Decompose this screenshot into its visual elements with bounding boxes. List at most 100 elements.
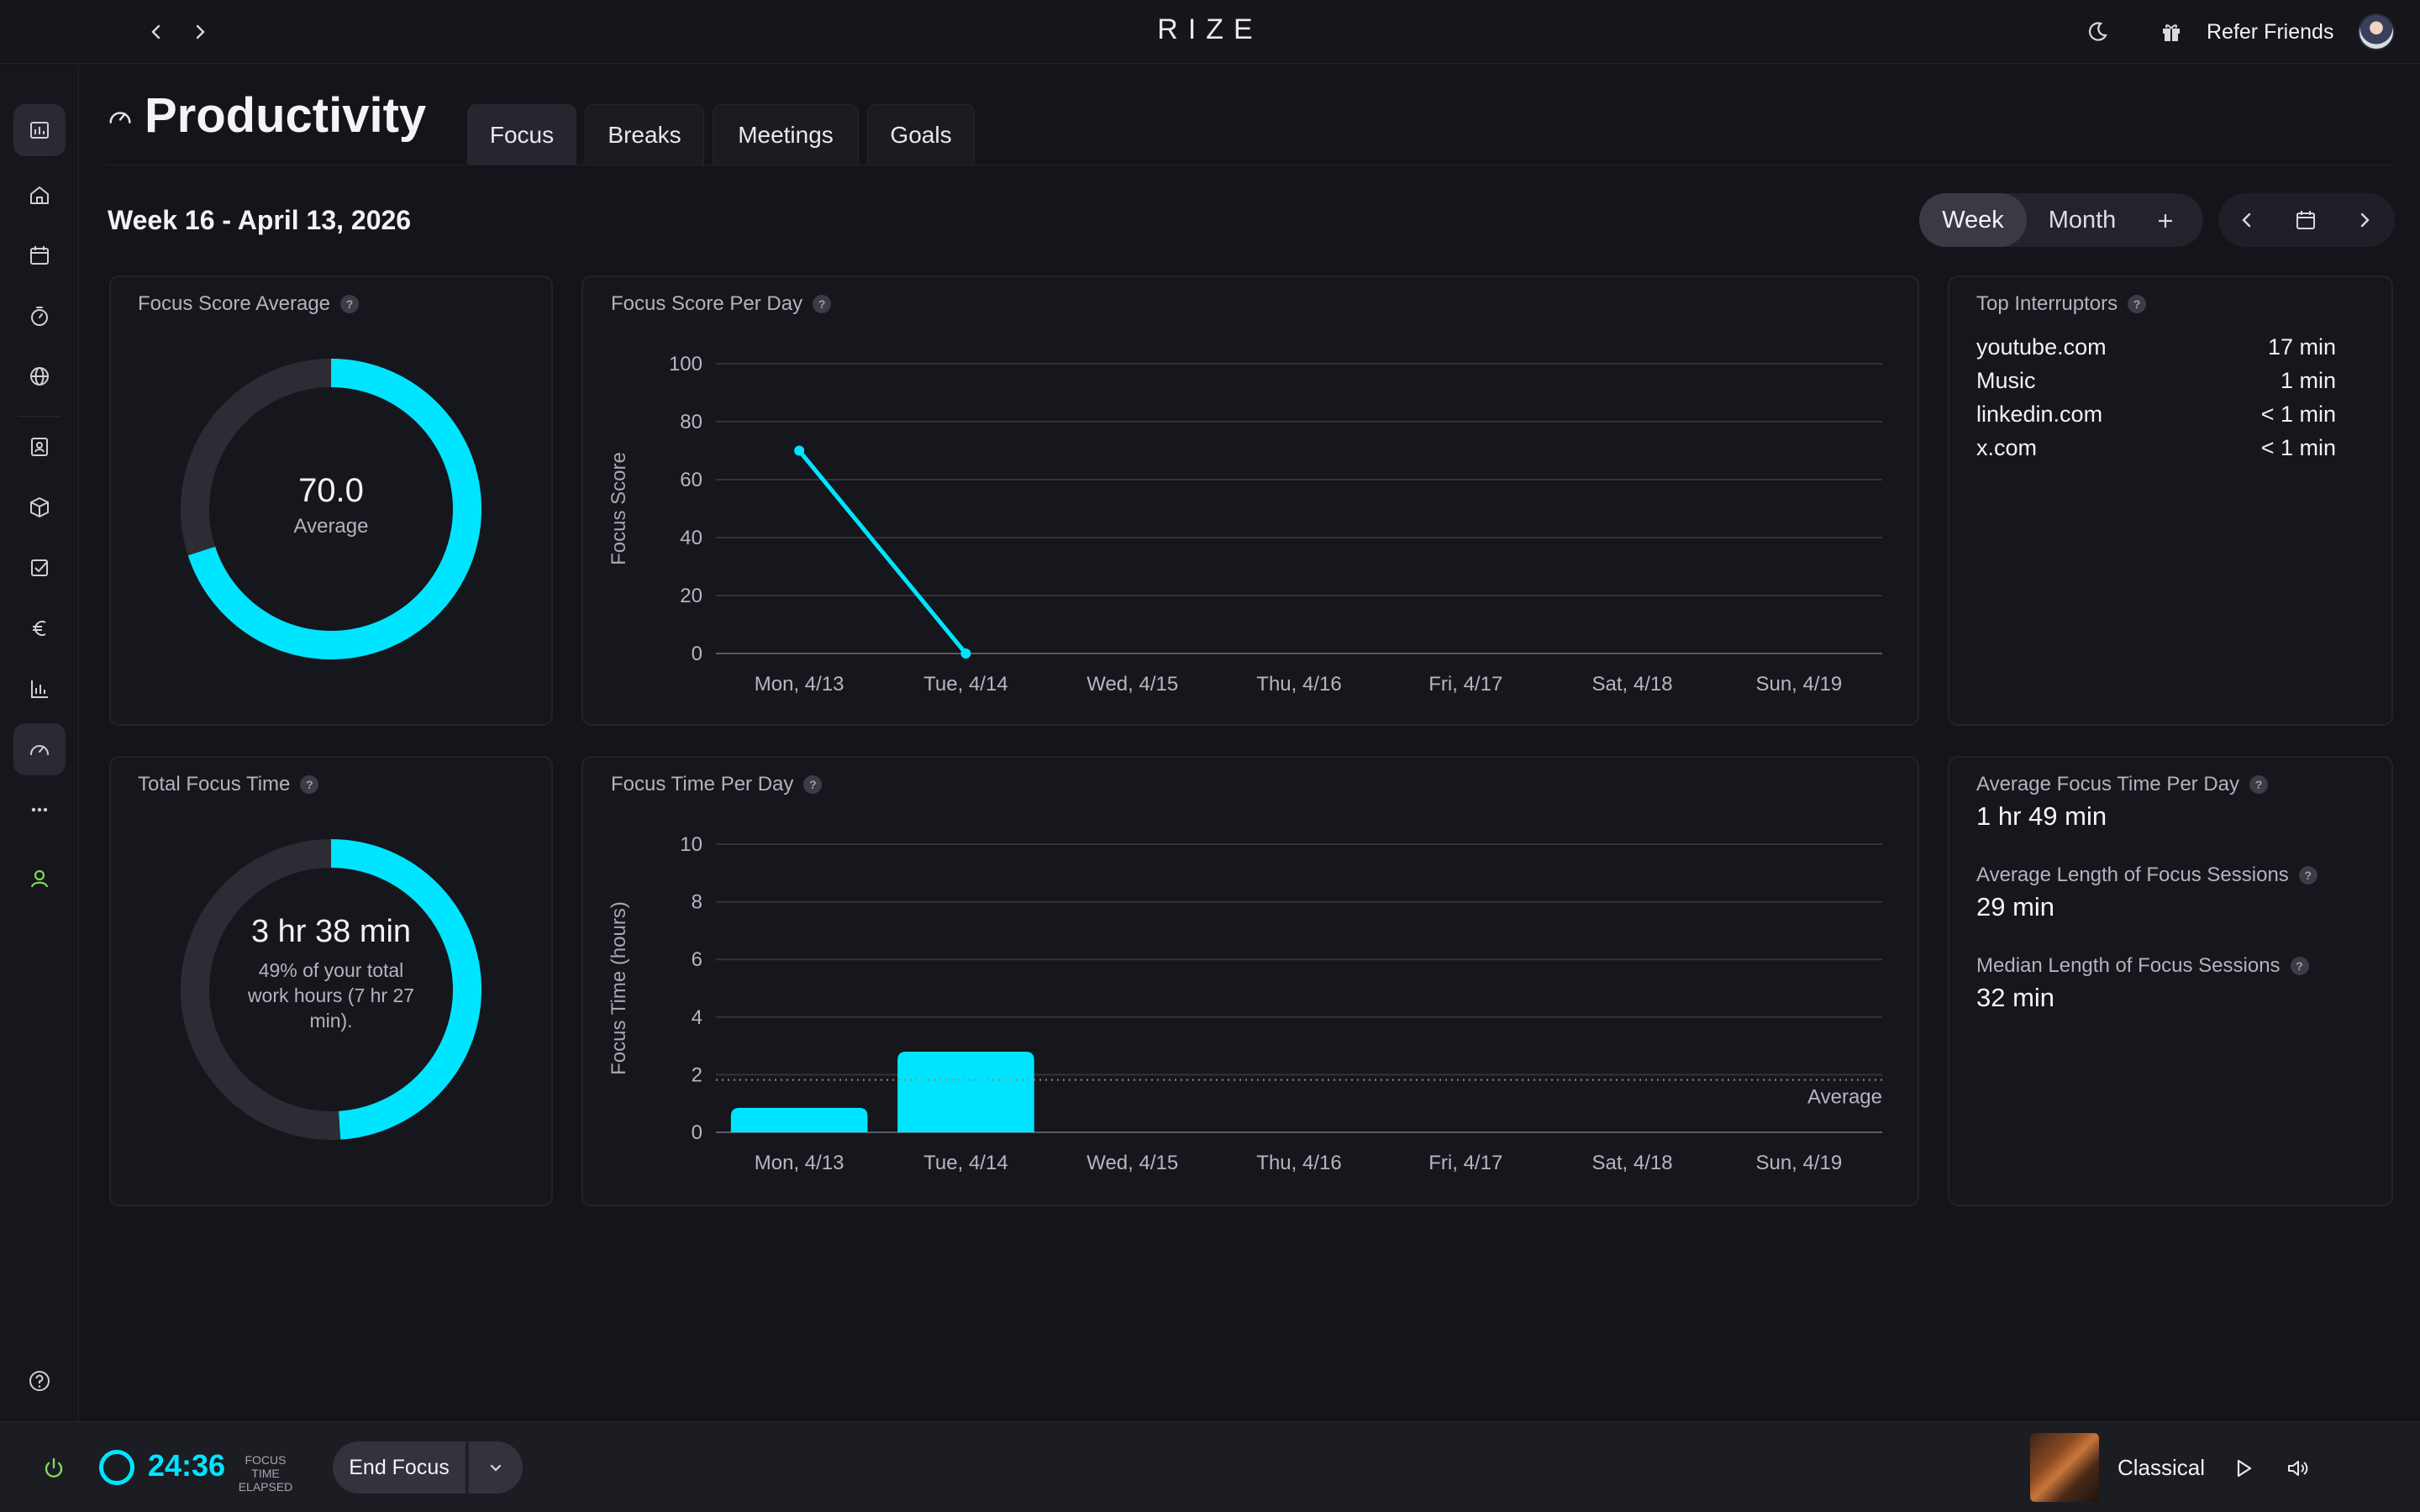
next-week-icon[interactable]	[2344, 200, 2385, 240]
series-line	[797, 449, 968, 656]
help-icon[interactable]: ?	[803, 775, 823, 794]
card-title: Focus Score Average?	[138, 292, 360, 316]
stat-label: Median Length of Focus Sessions?	[1976, 954, 2309, 978]
help-icon[interactable]: ?	[2290, 957, 2309, 975]
tab-meetings[interactable]: Meetings	[713, 104, 859, 165]
page-title: Productivity	[145, 88, 427, 143]
y-tick-label: 6	[692, 948, 702, 971]
x-tick-label: Sun, 4/19	[1755, 673, 1842, 696]
timer-caption: FOCUS TIME ELAPSED	[238, 1453, 293, 1494]
top-bar: RIZE Refer Friends	[0, 0, 2420, 64]
refer-friends-link[interactable]: Refer Friends	[2207, 20, 2333, 45]
help-icon[interactable]: ?	[300, 775, 319, 794]
chevron-down-icon[interactable]	[467, 1441, 523, 1494]
back-arrow-icon[interactable]	[141, 17, 171, 47]
list-item: x.com < 1 min	[1976, 435, 2336, 460]
card-title: Top Interruptors?	[1976, 292, 2147, 316]
avg-focus-per-day-value: 1 hr 49 min	[1976, 801, 2107, 831]
prev-week-icon[interactable]	[2227, 200, 2267, 240]
y-tick-label: 10	[680, 833, 702, 856]
album-art[interactable]	[2030, 1433, 2099, 1502]
add-icon[interactable]	[2144, 200, 2186, 242]
x-tick-label: Wed, 4/15	[1086, 1152, 1178, 1174]
x-tick-label: Tue, 4/14	[923, 1152, 1008, 1174]
globe-icon[interactable]	[13, 350, 66, 402]
report-icon[interactable]	[13, 104, 66, 156]
moon-icon[interactable]	[2082, 17, 2112, 47]
y-tick-label: 4	[692, 1006, 702, 1029]
help-icon[interactable]: ?	[2128, 295, 2147, 313]
timer-icon[interactable]	[13, 290, 66, 342]
x-tick-label: Mon, 4/13	[755, 1152, 844, 1174]
gift-icon[interactable]	[2156, 17, 2186, 47]
bar	[897, 1051, 1034, 1132]
x-tick-label: Sun, 4/19	[1755, 1152, 1842, 1174]
stat-label: Average Focus Time Per Day?	[1976, 773, 2269, 796]
calendar-icon[interactable]	[13, 229, 66, 281]
x-tick-label: Tue, 4/14	[923, 673, 1008, 696]
focus-time-bar-chart: 0 2 4 6 8 10 Mon, 4/13 Tue, 4/14 Wed, 4/15 Thu, 4…	[608, 833, 1882, 1174]
play-icon[interactable]	[2225, 1450, 2262, 1487]
volume-icon[interactable]	[2279, 1450, 2316, 1487]
avatar[interactable]	[2358, 13, 2395, 50]
data-point	[794, 445, 805, 456]
y-axis-label: Focus Score	[608, 452, 630, 565]
y-tick-label: 0	[692, 643, 702, 665]
card-title: Focus Score Per Day?	[611, 292, 832, 316]
forward-arrow-icon[interactable]	[185, 17, 215, 47]
end-focus-button[interactable]: End Focus	[333, 1441, 466, 1494]
focus-timer: 24:36	[148, 1448, 226, 1483]
y-tick-label: 0	[692, 1121, 702, 1144]
x-tick-label: Thu, 4/16	[1256, 673, 1341, 696]
music-title: Classical	[2118, 1455, 2206, 1480]
euro-icon[interactable]	[13, 602, 66, 654]
x-tick-label: Thu, 4/16	[1256, 1152, 1341, 1174]
month-button[interactable]: Month	[2033, 193, 2131, 247]
app-brand: RIZE	[1157, 13, 1263, 45]
x-tick-label: Sat, 4/18	[1592, 673, 1673, 696]
x-tick-label: Wed, 4/15	[1086, 673, 1178, 696]
power-icon[interactable]	[37, 1452, 71, 1485]
help-icon[interactable]: ?	[340, 295, 360, 313]
y-tick-label: 2	[692, 1063, 702, 1086]
week-label: Week 16 - April 13, 2026	[108, 205, 412, 235]
y-tick-label: 80	[680, 411, 702, 433]
help-icon[interactable]	[13, 1355, 66, 1407]
y-tick-label: 8	[692, 891, 702, 914]
x-tick-label: Fri, 4/17	[1428, 1152, 1502, 1174]
card-title: Total Focus Time?	[138, 773, 319, 796]
contact-icon[interactable]	[13, 421, 66, 473]
sidebar	[0, 65, 79, 1421]
home-icon[interactable]	[13, 169, 66, 221]
more-icon[interactable]	[13, 784, 66, 836]
x-tick-label: Fri, 4/17	[1428, 673, 1502, 696]
y-tick-label: 40	[680, 527, 702, 549]
y-tick-label: 100	[669, 353, 702, 375]
bar-chart-icon[interactable]	[13, 663, 66, 715]
tab-goals[interactable]: Goals	[867, 104, 975, 165]
tab-focus[interactable]: Focus	[467, 104, 576, 165]
gauge-icon	[106, 102, 134, 131]
box-icon[interactable]	[13, 481, 66, 533]
list-item: linkedin.com < 1 min	[1976, 402, 2336, 427]
help-icon[interactable]: ?	[2298, 866, 2317, 885]
checkbox-icon[interactable]	[13, 542, 66, 594]
x-tick-label: Sat, 4/18	[1592, 1152, 1673, 1174]
calendar-icon[interactable]	[2286, 200, 2326, 240]
help-icon[interactable]: ?	[813, 295, 832, 313]
list-item: youtube.com 17 min	[1976, 334, 2336, 360]
timer-ring-icon	[99, 1450, 134, 1485]
week-button[interactable]: Week	[1919, 193, 2027, 247]
stat-label: Average Length of Focus Sessions?	[1976, 864, 2317, 887]
average-label: Average	[1807, 1086, 1882, 1109]
x-tick-label: Mon, 4/13	[755, 673, 844, 696]
user-icon[interactable]	[13, 853, 66, 905]
list-item: Music 1 min	[1976, 368, 2336, 393]
median-session-length-value: 32 min	[1976, 983, 2055, 1012]
gauge-icon[interactable]	[13, 723, 66, 775]
help-icon[interactable]: ?	[2249, 775, 2269, 794]
total-focus-sub: 49% of your total work hours (7 hr 27 mi…	[247, 959, 415, 1032]
y-tick-label: 60	[680, 469, 702, 491]
tab-breaks[interactable]: Breaks	[585, 104, 704, 165]
focus-score-value: 70.0	[298, 472, 364, 509]
